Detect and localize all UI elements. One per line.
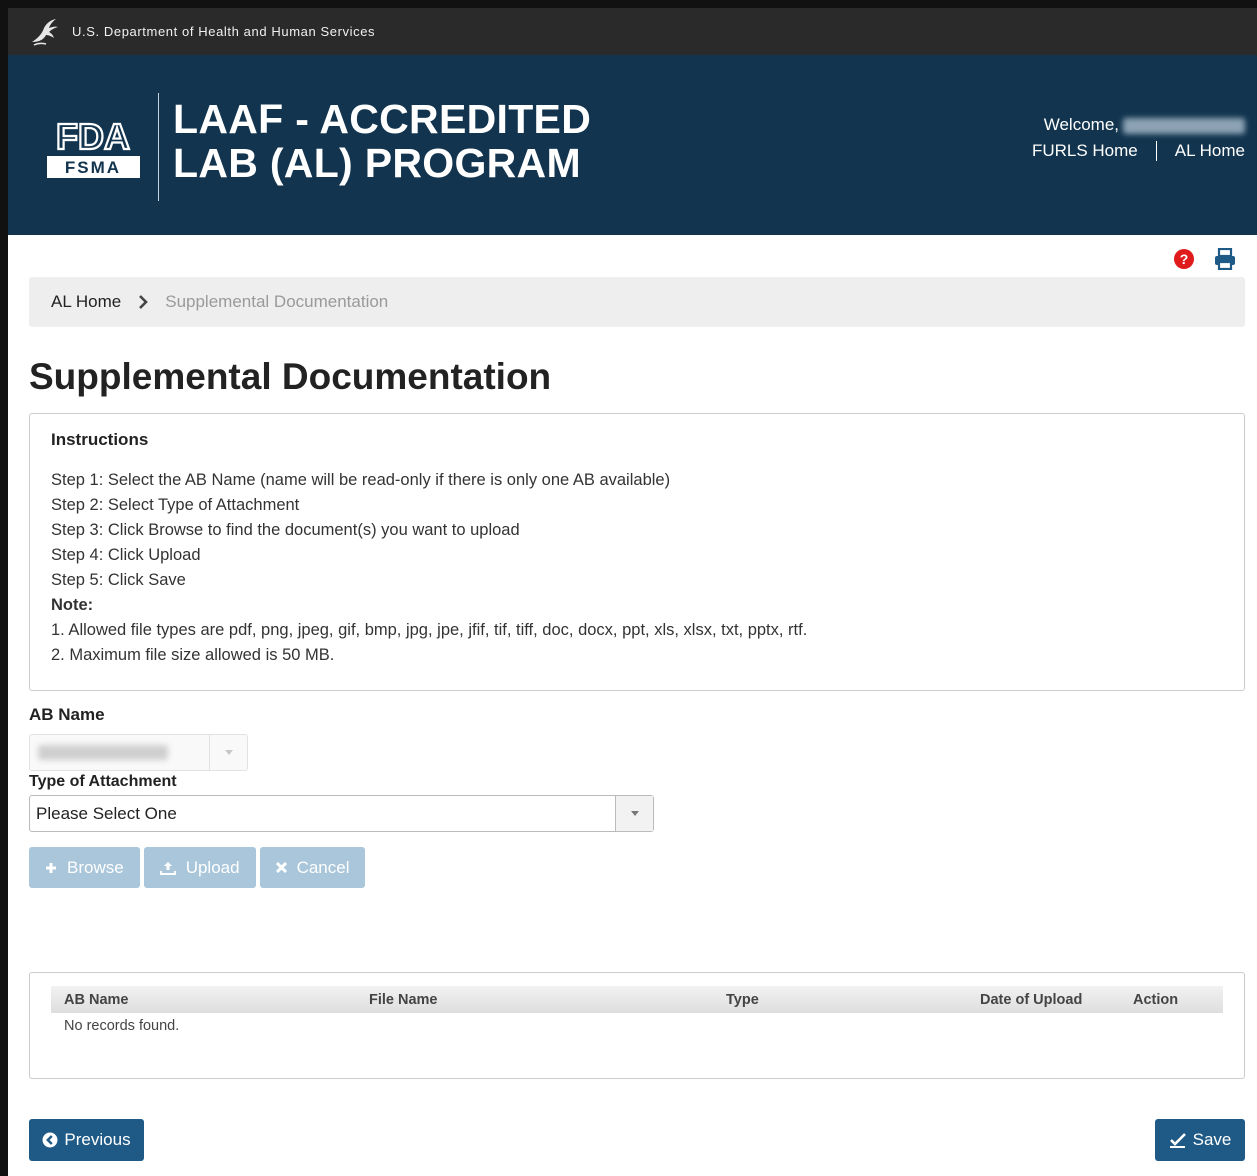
column-date-of-upload[interactable]: Date of Upload <box>967 986 1120 1013</box>
instructions-panel: Instructions Step 1: Select the AB Name … <box>29 413 1245 691</box>
note-label: Note: <box>51 596 94 614</box>
welcome-text: Welcome, <box>1044 115 1245 135</box>
browse-button[interactable]: Browse <box>29 847 140 888</box>
upload-button-label: Upload <box>185 857 240 877</box>
breadcrumb: AL Home Supplemental Documentation <box>29 277 1245 327</box>
top-links: FURLS Home AL Home <box>1032 141 1245 161</box>
page-toolbar: ? <box>1173 248 1237 270</box>
column-ab-name[interactable]: AB Name <box>51 986 356 1013</box>
ab-name-select <box>29 734 248 771</box>
furls-home-link[interactable]: FURLS Home <box>1032 141 1138 161</box>
fda-fsma-logo: FDA FSMA <box>46 115 141 179</box>
upload-button-row: Browse Upload Cancel <box>29 847 366 888</box>
header-banner: FDA FSMA LAAF - ACCREDITED LAB (AL) PROG… <box>8 55 1257 235</box>
ab-name-dropdown-arrow <box>209 735 247 770</box>
hhs-department-text: U.S. Department of Health and Human Serv… <box>72 24 376 39</box>
hhs-bar: U.S. Department of Health and Human Serv… <box>8 8 1257 55</box>
breadcrumb-current: Supplemental Documentation <box>165 292 389 311</box>
al-home-link[interactable]: AL Home <box>1175 141 1245 161</box>
type-of-attachment-value: Please Select One <box>36 804 177 823</box>
caret-down-icon <box>630 811 639 816</box>
note-item: 1. Allowed file types are pdf, png, jpeg… <box>51 621 808 639</box>
program-title-line1: LAAF - ACCREDITED <box>173 96 592 142</box>
help-icon[interactable]: ? <box>1173 248 1195 270</box>
save-button-label: Save <box>1192 1130 1232 1149</box>
empty-message: No records found. <box>64 1018 180 1034</box>
save-button[interactable]: Save <box>1155 1119 1245 1161</box>
uploads-table-panel: AB Name File Name Type Date of Upload Ac… <box>29 972 1245 1079</box>
note-item: 2. Maximum file size allowed is 50 MB. <box>51 646 335 664</box>
logo-fsma-text: FSMA <box>65 158 121 177</box>
breadcrumb-al-home[interactable]: AL Home <box>51 292 121 312</box>
link-separator <box>1155 141 1157 161</box>
upload-button[interactable]: Upload <box>143 847 256 888</box>
program-title: LAAF - ACCREDITED LAB (AL) PROGRAM <box>173 97 591 185</box>
upload-icon <box>159 861 176 875</box>
ab-name-value-redacted <box>38 745 168 760</box>
column-file-name[interactable]: File Name <box>356 986 713 1013</box>
cancel-button[interactable]: Cancel <box>259 847 366 888</box>
instruction-step: Step 1: Select the AB Name (name will be… <box>51 471 671 489</box>
user-name-redacted <box>1123 117 1245 134</box>
column-action: Action <box>1120 986 1223 1013</box>
instruction-step: Step 2: Select Type of Attachment <box>51 496 300 514</box>
svg-text:?: ? <box>1180 251 1189 267</box>
chevron-right-icon <box>139 295 149 309</box>
type-of-attachment-select[interactable]: Please Select One <box>29 795 654 832</box>
browse-button-label: Browse <box>67 857 124 877</box>
page-title: Supplemental Documentation <box>29 356 552 397</box>
cancel-button-label: Cancel <box>296 857 350 877</box>
chevron-circle-left-icon <box>42 1132 58 1148</box>
instruction-step: Step 3: Click Browse to find the documen… <box>51 521 520 539</box>
program-title-line2: LAB (AL) PROGRAM <box>173 140 581 186</box>
instructions-title: Instructions <box>51 430 149 449</box>
close-icon <box>275 862 287 873</box>
ab-name-label: AB Name <box>29 705 105 724</box>
table-header-row: AB Name File Name Type Date of Upload Ac… <box>51 986 1223 1013</box>
type-of-attachment-label: Type of Attachment <box>29 773 177 790</box>
caret-down-icon <box>224 750 233 755</box>
logo-divider <box>158 93 159 201</box>
logo-fda-text: FDA <box>56 116 130 157</box>
column-type[interactable]: Type <box>713 986 967 1013</box>
table-row: No records found. <box>51 1013 1223 1039</box>
hhs-eagle-icon <box>32 18 58 46</box>
previous-button-label: Previous <box>64 1130 131 1149</box>
plus-icon <box>46 862 56 873</box>
type-dropdown-arrow[interactable] <box>615 796 653 831</box>
welcome-label: Welcome, <box>1043 115 1119 134</box>
instruction-step: Step 5: Click Save <box>51 571 186 589</box>
print-icon[interactable] <box>1213 248 1237 270</box>
instruction-step: Step 4: Click Upload <box>51 546 201 564</box>
check-square-icon <box>1169 1133 1186 1148</box>
uploads-table: AB Name File Name Type Date of Upload Ac… <box>51 986 1223 1039</box>
previous-button[interactable]: Previous <box>29 1119 144 1161</box>
